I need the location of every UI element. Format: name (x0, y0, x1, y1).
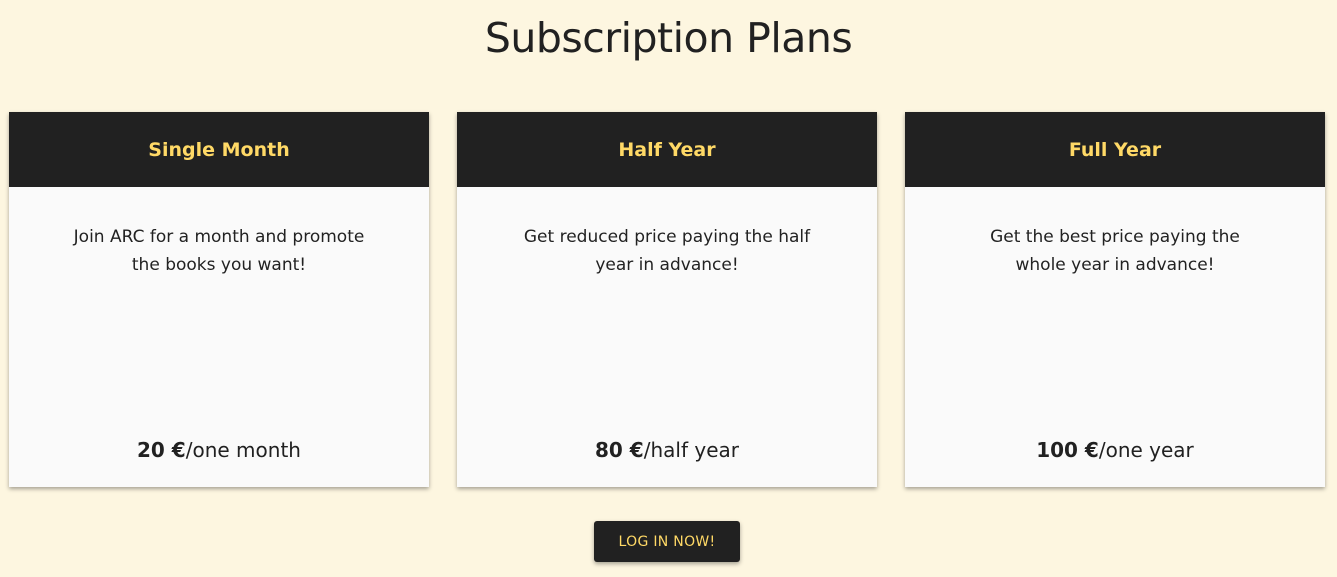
plan-name: Full Year (1068, 138, 1162, 161)
price-amount: 100 € (1036, 438, 1099, 462)
plan-name: Half Year (618, 138, 716, 161)
plan-description: Get the best price paying the whole year… (990, 227, 1240, 275)
price-amount: 20 € (137, 438, 186, 462)
price-amount: 80 € (595, 438, 644, 462)
plan-price: 80 €/half year (457, 438, 877, 462)
plan-card-single-month: Single Month Join ARC for a month and pr… (9, 112, 429, 487)
plan-name: Single Month (148, 138, 290, 161)
plan-header: Half Year (457, 112, 877, 187)
login-button[interactable]: LOG IN NOW! (594, 521, 740, 562)
price-period: /one month (185, 438, 301, 462)
page-title: Subscription Plans (484, 14, 853, 62)
plan-price: 100 €/one year (905, 438, 1325, 462)
plan-header: Single Month (9, 112, 429, 187)
plan-card-full-year: Full Year Get the best price paying the … (905, 112, 1325, 487)
plan-description: Get reduced price paying the half year i… (523, 227, 811, 275)
price-period: /half year (643, 438, 739, 462)
plan-card-half-year: Half Year Get reduced price paying the h… (457, 112, 877, 487)
plan-price: 20 €/one month (9, 438, 429, 462)
plan-description: Join ARC for a month and promote the boo… (73, 227, 365, 275)
price-period: /one year (1098, 438, 1194, 462)
plan-header: Full Year (905, 112, 1325, 187)
